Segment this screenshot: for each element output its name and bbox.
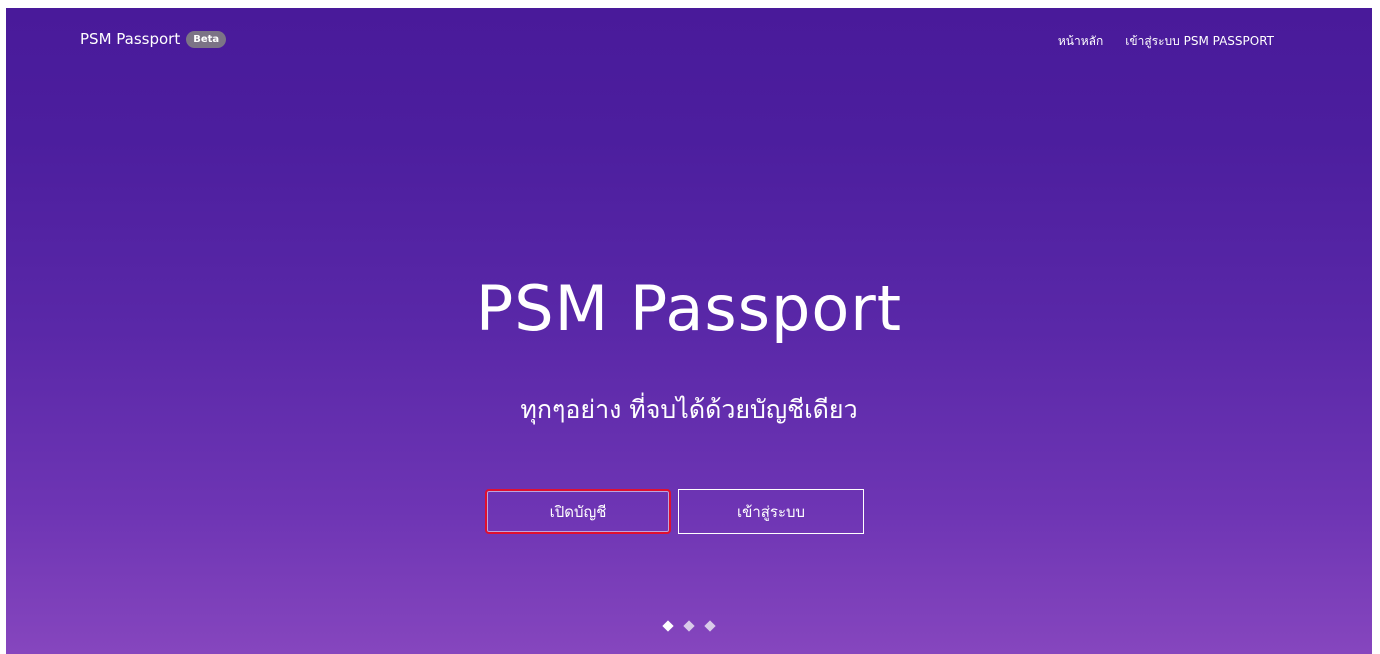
login-label: เข้าสู่ระบบ (736, 502, 806, 521)
nav-link-login[interactable]: เข้าสู่ระบบ PSM PASSPORT (1125, 32, 1274, 51)
brand-link[interactable]: PSM Passport Beta (80, 30, 227, 48)
carousel-indicators (6, 620, 1372, 632)
login-button[interactable]: เข้าสู่ระบบ (678, 489, 864, 534)
nav-link-home[interactable]: หน้าหลัก (1058, 32, 1103, 51)
top-navbar: PSM Passport Beta หน้าหลัก เข้าสู่ระบบ P… (6, 8, 1372, 72)
beta-badge: Beta (186, 30, 227, 48)
hero-title: PSM Passport (475, 272, 903, 345)
open-account-label: เปิดบัญชี (549, 502, 607, 521)
carousel-dot-1[interactable] (662, 620, 674, 632)
nav-links: หน้าหลัก เข้าสู่ระบบ PSM PASSPORT (1058, 32, 1274, 51)
hero-page: PSM Passport Beta หน้าหลัก เข้าสู่ระบบ P… (6, 8, 1372, 654)
hero-subtitle: ทุกๆอย่าง ที่จบได้ด้วยบัญชีเดียว (520, 395, 858, 424)
open-account-button[interactable]: เปิดบัญชี (485, 489, 671, 534)
carousel-dot-3[interactable] (704, 620, 716, 632)
brand-name: PSM Passport (80, 30, 181, 48)
carousel-dot-2[interactable] (683, 620, 695, 632)
